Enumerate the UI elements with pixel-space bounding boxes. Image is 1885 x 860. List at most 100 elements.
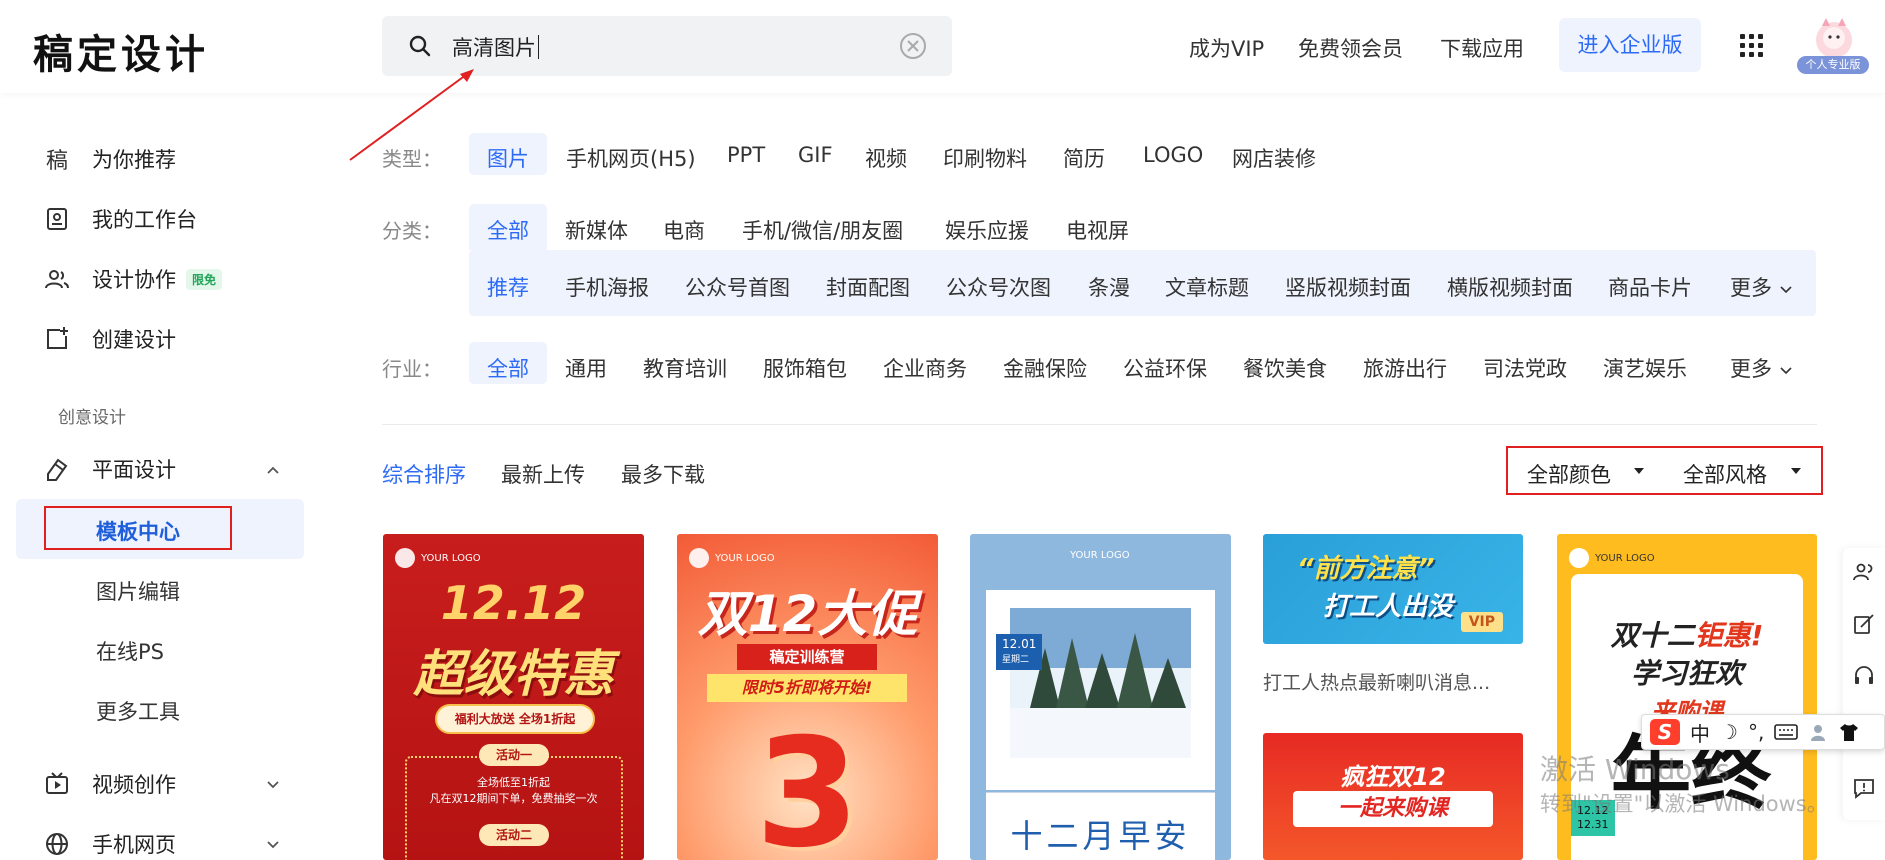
- chevron-down-icon[interactable]: [266, 837, 280, 851]
- card-tag: 活动二: [479, 824, 549, 846]
- type-chip-video[interactable]: 视频: [865, 143, 907, 173]
- subcat-more[interactable]: 更多: [1730, 272, 1793, 302]
- keyboard-icon[interactable]: [1774, 724, 1799, 740]
- industry-label: 行业：: [382, 357, 442, 381]
- industry-chip-government[interactable]: 司法党政: [1483, 353, 1567, 383]
- user-icon[interactable]: [1808, 722, 1828, 742]
- subcat-chip-comic[interactable]: 条漫: [1088, 272, 1130, 302]
- sort-most-downloads[interactable]: 最多下载: [621, 459, 705, 489]
- moon-icon[interactable]: ☽: [1720, 720, 1738, 744]
- sort-comprehensive[interactable]: 综合排序: [382, 459, 466, 489]
- subcat-chip-wechat-header[interactable]: 公众号首图: [685, 272, 790, 302]
- category-chip-ecommerce[interactable]: 电商: [663, 215, 705, 245]
- subcat-chip-poster[interactable]: 手机海报: [565, 272, 649, 302]
- subcat-chip-horizontal-cover[interactable]: 横版视频封面: [1447, 272, 1573, 302]
- sidebar-item-recommend[interactable]: 稿 为你推荐: [42, 139, 176, 179]
- type-chip-logo[interactable]: LOGO: [1143, 143, 1203, 167]
- ime-lang[interactable]: 中: [1690, 718, 1710, 747]
- headset-icon[interactable]: [1852, 664, 1876, 688]
- category-chip-all[interactable]: 全部: [487, 215, 529, 245]
- industry-chip-finance[interactable]: 金融保险: [1003, 353, 1087, 383]
- sidebar-item-video[interactable]: 视频创作: [42, 764, 176, 804]
- edit-icon[interactable]: [1852, 612, 1876, 636]
- search-icon[interactable]: [408, 34, 432, 58]
- shirt-icon[interactable]: [1838, 722, 1860, 742]
- type-chip-shop[interactable]: 网店装修: [1232, 143, 1316, 173]
- workspace-icon: [47, 208, 67, 230]
- type-chip-image[interactable]: 图片: [487, 143, 529, 173]
- caret-down-icon[interactable]: [1791, 468, 1801, 474]
- chevron-up-icon[interactable]: [266, 463, 280, 477]
- industry-chip-charity[interactable]: 公益环保: [1123, 353, 1207, 383]
- card-number: 3: [755, 707, 860, 860]
- type-chip-gif[interactable]: GIF: [798, 143, 833, 167]
- type-chip-ppt[interactable]: PPT: [727, 143, 765, 167]
- category-label: 分类：: [382, 219, 442, 243]
- more-label: 更多: [1730, 357, 1772, 381]
- subcat-chip-product-card[interactable]: 商品卡片: [1608, 272, 1692, 302]
- sidebar-item-template-center[interactable]: 模板中心: [96, 516, 180, 546]
- subcat-chip-cover[interactable]: 封面配图: [826, 272, 910, 302]
- sidebar: 稿 为你推荐 我的工作台 设计协作 限免 创建设计 创意设计 平面设计: [0, 93, 320, 860]
- industry-chip-education[interactable]: 教育培训: [643, 353, 727, 383]
- caret-down-icon[interactable]: [1634, 468, 1644, 474]
- sogou-logo-icon: S: [1650, 719, 1680, 745]
- industry-chip-general[interactable]: 通用: [565, 353, 607, 383]
- template-card[interactable]: YOUR LOGO 12.01 星期二 十二月早安: [970, 534, 1231, 860]
- industry-chip-apparel[interactable]: 服饰箱包: [763, 353, 847, 383]
- card-logo: YOUR LOGO: [1569, 548, 1655, 568]
- free-member-link[interactable]: 免费领会员: [1298, 33, 1403, 63]
- sidebar-item-workspace[interactable]: 我的工作台: [42, 199, 197, 239]
- color-dropdown[interactable]: 全部颜色: [1527, 459, 1611, 489]
- sidebar-item-more-tools[interactable]: 更多工具: [96, 696, 180, 726]
- enterprise-button[interactable]: 进入企业版: [1559, 18, 1701, 72]
- industry-chip-food[interactable]: 餐饮美食: [1243, 353, 1327, 383]
- category-chip-tv[interactable]: 电视屏: [1066, 215, 1129, 245]
- category-chip-mobile-wechat[interactable]: 手机/微信/朋友圈: [742, 215, 903, 245]
- card-subtitle: 学习狂欢: [1630, 657, 1743, 690]
- sidebar-item-image-edit[interactable]: 图片编辑: [96, 576, 180, 606]
- type-chip-resume[interactable]: 简历: [1063, 143, 1105, 173]
- card-subtitle: 一起来购课: [1293, 791, 1493, 827]
- sidebar-item-mobile-web[interactable]: 手机网页: [42, 824, 176, 860]
- chevron-down-icon: [1780, 367, 1792, 375]
- download-app-link[interactable]: 下载应用: [1440, 33, 1524, 63]
- site-logo[interactable]: 稿定设计: [33, 22, 209, 80]
- subcat-chip-recommend[interactable]: 推荐: [487, 272, 529, 302]
- sort-newest[interactable]: 最新上传: [501, 459, 585, 489]
- template-card[interactable]: 疯狂双12 一起来购课: [1263, 733, 1523, 860]
- punctuation-icon[interactable]: °,: [1748, 720, 1764, 744]
- sidebar-item-online-ps[interactable]: 在线PS: [96, 636, 164, 666]
- top-header: 稿定设计 高清图片 成为VIP 免费领会员 下载应用 进入企业版 个人专业版: [0, 0, 1885, 93]
- industry-more[interactable]: 更多: [1730, 353, 1793, 383]
- sidebar-item-flat-design[interactable]: 平面设计: [42, 449, 176, 489]
- feedback-icon[interactable]: [1852, 776, 1876, 800]
- template-card[interactable]: “前方注意” 打工人出没 VIP: [1263, 534, 1523, 644]
- search-input[interactable]: 高清图片: [452, 32, 539, 62]
- card-logo: YOUR LOGO: [1070, 550, 1130, 561]
- industry-chip-all[interactable]: 全部: [487, 353, 529, 383]
- users-icon[interactable]: [1852, 560, 1876, 584]
- ime-toolbar[interactable]: S 中 ☽ °,: [1641, 714, 1885, 750]
- sidebar-item-collab[interactable]: 设计协作 限免: [42, 259, 223, 299]
- industry-chip-travel[interactable]: 旅游出行: [1363, 353, 1447, 383]
- template-card[interactable]: YOUR LOGO 双12大促 稿定训练营 限时5折即将开始! 3: [677, 534, 938, 860]
- apps-grid-icon[interactable]: [1740, 34, 1764, 58]
- industry-chip-business[interactable]: 企业商务: [883, 353, 967, 383]
- style-dropdown[interactable]: 全部风格: [1683, 459, 1767, 489]
- vip-badge: VIP: [1460, 612, 1503, 632]
- sidebar-item-create[interactable]: 创建设计: [42, 319, 176, 359]
- category-chip-new-media[interactable]: 新媒体: [565, 215, 628, 245]
- category-chip-entertainment[interactable]: 娱乐应援: [945, 215, 1029, 245]
- industry-chip-performance[interactable]: 演艺娱乐: [1603, 353, 1687, 383]
- type-chip-h5[interactable]: 手机网页(H5): [566, 143, 696, 173]
- type-chip-print[interactable]: 印刷物料: [943, 143, 1027, 173]
- subcat-chip-article-title[interactable]: 文章标题: [1165, 272, 1249, 302]
- card-caption[interactable]: 打工人热点最新喇叭消息...: [1263, 668, 1490, 695]
- template-card[interactable]: YOUR LOGO 12.12 超级特惠 福利大放送 全场1折起 活动一 全场低…: [383, 534, 644, 860]
- subcat-chip-vertical-cover[interactable]: 竖版视频封面: [1285, 272, 1411, 302]
- clear-search-icon[interactable]: [898, 31, 928, 61]
- chevron-down-icon[interactable]: [266, 777, 280, 791]
- become-vip-link[interactable]: 成为VIP: [1189, 33, 1264, 63]
- subcat-chip-wechat-sub[interactable]: 公众号次图: [946, 272, 1051, 302]
